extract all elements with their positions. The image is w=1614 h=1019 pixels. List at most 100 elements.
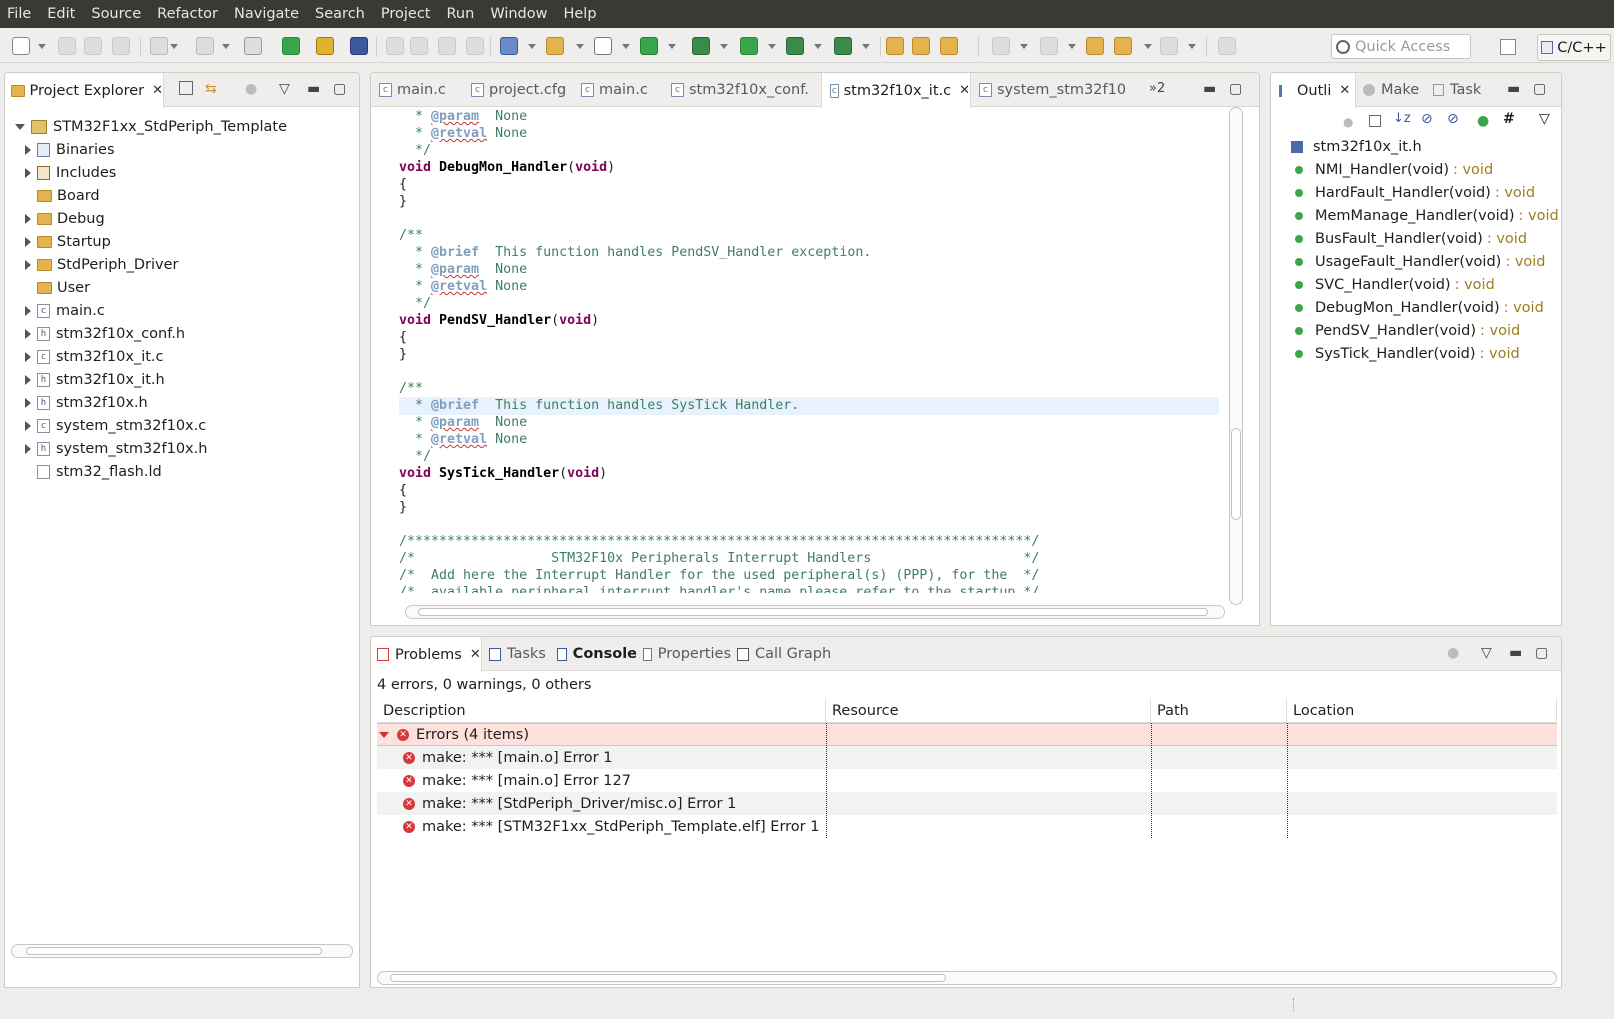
problem-row[interactable]: ✕ make: *** [main.o] Error 1 — [377, 746, 1557, 769]
hide-macros-icon[interactable]: # — [1503, 111, 1515, 127]
tree-item-stm32f10x-it-c[interactable]: c stm32f10x_it.c — [25, 345, 164, 368]
minimize-icon[interactable]: ▬ — [1507, 81, 1520, 97]
column-header-description[interactable]: Description — [377, 699, 826, 723]
column-header-resource[interactable]: Resource — [826, 699, 1151, 723]
step-icon[interactable] — [386, 37, 404, 55]
dropdown-arrow-icon[interactable] — [622, 44, 630, 49]
hide-static-icon[interactable]: ⊘ — [1447, 111, 1459, 127]
dropdown-arrow-icon[interactable] — [576, 44, 584, 49]
open-type-icon[interactable] — [886, 37, 904, 55]
search-tool-icon[interactable] — [940, 37, 958, 55]
tab-call-graph[interactable]: Call Graph — [731, 637, 841, 671]
outline-item[interactable]: UsageFault_Handler(void): void — [1295, 250, 1546, 273]
menu-search[interactable]: Search — [308, 0, 374, 28]
maximize-icon[interactable]: ▢ — [333, 81, 346, 97]
tree-item-stdperiph-driver[interactable]: StdPeriph_Driver — [25, 253, 179, 276]
outline-file-row[interactable]: stm32f10x_it.h — [1291, 135, 1422, 158]
menu-refactor[interactable]: Refactor — [150, 0, 227, 28]
maximize-icon[interactable]: ▢ — [1533, 81, 1546, 97]
dropdown-arrow-icon[interactable] — [862, 44, 870, 49]
tab-editor-5[interactable]: c system_stm32f10 — [971, 73, 1141, 107]
editor-horizontal-scrollbar[interactable] — [405, 605, 1225, 619]
next-annotation-icon[interactable] — [992, 37, 1010, 55]
problem-row[interactable]: ✕ make: *** [main.o] Error 127 — [377, 769, 1557, 792]
error-group-row[interactable]: ✕ Errors (4 items) — [377, 723, 1557, 746]
tree-item-stm32f10x-conf-h[interactable]: h stm32f10x_conf.h — [25, 322, 185, 345]
dropdown-arrow-icon[interactable] — [1020, 44, 1028, 49]
prev-annotation-icon[interactable] — [1040, 37, 1058, 55]
step-over-icon[interactable] — [410, 37, 428, 55]
new-folder-icon[interactable] — [546, 37, 564, 55]
menu-navigate[interactable]: Navigate — [227, 0, 308, 28]
column-header-location[interactable]: Location — [1287, 699, 1557, 723]
print-icon[interactable] — [112, 37, 130, 55]
tree-item-board[interactable]: Board — [25, 184, 100, 207]
tab-editor-2[interactable]: c main.c — [573, 73, 663, 107]
expand-arrow-icon[interactable] — [25, 144, 31, 155]
hide-nonpublic-icon[interactable]: ● — [1477, 113, 1489, 129]
save-all-icon[interactable] — [84, 37, 102, 55]
sync-icon[interactable]: ● — [1343, 115, 1353, 129]
collapse-arrow-icon[interactable] — [15, 123, 25, 130]
tree-item-binaries[interactable]: Binaries — [25, 138, 115, 161]
debug-run-icon[interactable] — [282, 37, 300, 55]
problems-horizontal-scrollbar[interactable] — [377, 971, 1557, 985]
tab-outline[interactable]: Outli ✕ — [1271, 73, 1356, 108]
debug-icon[interactable] — [692, 37, 710, 55]
outline-item[interactable]: MemManage_Handler(void): void — [1295, 204, 1559, 227]
run-config-icon[interactable] — [786, 37, 804, 55]
new-class-icon[interactable] — [500, 37, 518, 55]
close-icon[interactable]: ✕ — [470, 647, 481, 662]
minimize-icon[interactable]: ▬ — [307, 81, 320, 97]
tree-item-main-c[interactable]: c main.c — [25, 299, 105, 322]
menu-help[interactable]: Help — [556, 0, 605, 28]
tab-task[interactable]: Task — [1433, 73, 1481, 107]
editor-vertical-scrollbar[interactable] — [1229, 107, 1243, 605]
build-icon[interactable] — [196, 37, 214, 55]
suspend-icon[interactable] — [466, 37, 484, 55]
menu-source[interactable]: Source — [84, 0, 150, 28]
tab-make[interactable]: Make — [1363, 73, 1419, 107]
refresh-run-icon[interactable] — [640, 37, 658, 55]
menu-project[interactable]: Project — [374, 0, 440, 28]
tree-item-startup[interactable]: Startup — [25, 230, 111, 253]
open-resource-icon[interactable] — [912, 37, 930, 55]
expand-arrow-icon[interactable] — [25, 305, 31, 316]
expand-arrow-icon[interactable] — [25, 236, 31, 247]
explorer-horizontal-scrollbar[interactable] — [11, 944, 353, 958]
tab-editor-3[interactable]: c stm32f10x_conf. — [663, 73, 821, 107]
tab-editor-0[interactable]: c main.c — [371, 73, 463, 107]
perspective-button[interactable]: C/C++ — [1537, 34, 1611, 61]
sort-icon[interactable]: ↓z — [1393, 111, 1411, 126]
dropdown-arrow-icon[interactable] — [768, 44, 776, 49]
new-file-icon[interactable] — [594, 37, 612, 55]
menu-window[interactable]: Window — [483, 0, 556, 28]
dropdown-arrow-icon[interactable] — [1188, 44, 1196, 49]
forward-icon[interactable] — [1114, 37, 1132, 55]
tab-editor-4[interactable]: c stm32f10x_it.c ✕ — [821, 73, 971, 108]
expand-arrow-icon[interactable] — [25, 374, 31, 385]
close-icon[interactable]: ✕ — [1339, 83, 1350, 98]
view-menu-icon[interactable]: ▽ — [1481, 645, 1492, 661]
new-icon[interactable] — [12, 37, 30, 55]
tree-item-stm32f10x-it-h[interactable]: h stm32f10x_it.h — [25, 368, 165, 391]
expand-arrow-icon[interactable] — [25, 420, 31, 431]
dropdown-arrow-icon[interactable] — [1144, 44, 1152, 49]
minimize-icon[interactable]: ▬ — [1509, 645, 1522, 661]
profile-icon[interactable] — [834, 37, 852, 55]
expand-arrow-icon[interactable] — [25, 328, 31, 339]
tree-item-system-stm32f10x-h[interactable]: h system_stm32f10x.h — [25, 437, 207, 460]
close-icon[interactable]: ✕ — [959, 83, 970, 98]
dropdown-arrow-icon[interactable] — [720, 44, 728, 49]
outline-item[interactable]: SysTick_Handler(void): void — [1295, 342, 1520, 365]
hide-fields-icon[interactable]: ⊘ — [1421, 111, 1433, 127]
menu-run[interactable]: Run — [440, 0, 484, 28]
view-menu-icon[interactable]: ▽ — [1539, 111, 1550, 127]
problem-row[interactable]: ✕ make: *** [STM32F1xx_StdPeriph_Template… — [377, 815, 1557, 838]
expand-arrow-icon[interactable] — [25, 351, 31, 362]
dropdown-arrow-icon[interactable] — [528, 44, 536, 49]
tab-console[interactable]: Console — [551, 637, 637, 671]
minimize-icon[interactable]: ▬ — [1203, 81, 1216, 97]
outline-item[interactable]: BusFault_Handler(void): void — [1295, 227, 1527, 250]
run-icon[interactable] — [740, 37, 758, 55]
